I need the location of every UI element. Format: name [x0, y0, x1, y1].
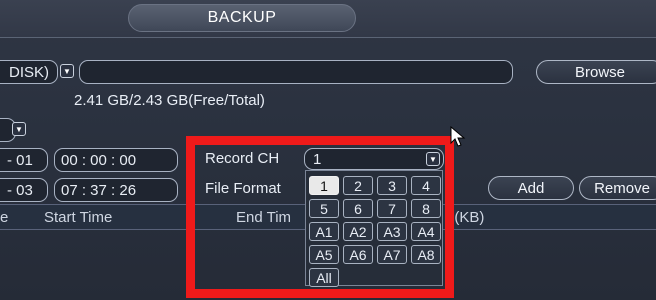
record-ch-value: 1	[313, 150, 322, 168]
add-button[interactable]: Add	[488, 176, 574, 200]
header-start-time: Start Time	[44, 209, 113, 226]
channel-2[interactable]: 2	[343, 176, 373, 195]
window-title: BACKUP	[128, 4, 356, 32]
channel-7[interactable]: 7	[377, 199, 407, 218]
channel-a4[interactable]: A4	[411, 222, 441, 241]
channel-a7[interactable]: A7	[377, 245, 407, 264]
record-ch-dropdown-icon[interactable]: ▼	[426, 152, 440, 166]
end-time-field[interactable]: 07 : 37 : 26	[54, 178, 178, 202]
channel-a2[interactable]: A2	[343, 222, 373, 241]
channel-a6[interactable]: A6	[343, 245, 373, 264]
backup-screen: BACKUP DISK) ▼ Browse 2.41 GB/2.43 GB(Fr…	[0, 0, 656, 300]
header-end-time: End Tim	[236, 209, 292, 226]
start-date-text: - 01	[7, 151, 33, 169]
channel-6[interactable]: 6	[343, 199, 373, 218]
device-type-select[interactable]: DISK)	[0, 60, 58, 84]
header-size: e(KB)	[446, 209, 485, 226]
channel-8[interactable]: 8	[411, 199, 441, 218]
start-date-field[interactable]: - 01	[0, 148, 48, 172]
type-dropdown-icon[interactable]: ▼	[12, 122, 26, 136]
channel-grid: 1 2 3 4 5 6 7 8 A1 A2 A3 A4 A5 A6 A7 A8 …	[309, 176, 441, 287]
device-path-field[interactable]	[79, 60, 513, 84]
browse-button[interactable]: Browse	[536, 60, 656, 84]
record-ch-select[interactable]: 1	[304, 148, 444, 170]
device-type-dropdown-icon[interactable]: ▼	[60, 64, 74, 78]
end-time-text: 07 : 37 : 26	[61, 181, 137, 199]
channel-all[interactable]: All	[309, 268, 339, 287]
record-ch-label: Record CH	[205, 150, 280, 167]
header-col0: e	[0, 209, 9, 226]
capacity-text: 2.41 GB/2.43 GB(Free/Total)	[74, 92, 265, 109]
start-time-field[interactable]: 00 : 00 : 00	[54, 148, 178, 172]
start-time-text: 00 : 00 : 00	[61, 151, 137, 169]
channel-4[interactable]: 4	[411, 176, 441, 195]
remove-button[interactable]: Remove	[579, 176, 656, 200]
channel-popup: 1 2 3 4 5 6 7 8 A1 A2 A3 A4 A5 A6 A7 A8 …	[305, 170, 443, 287]
channel-1[interactable]: 1	[309, 176, 339, 195]
channel-5[interactable]: 5	[309, 199, 339, 218]
file-format-label: File Format	[205, 180, 281, 197]
end-date-text: - 03	[7, 181, 33, 199]
channel-a8[interactable]: A8	[411, 245, 441, 264]
device-type-text: DISK)	[9, 63, 50, 81]
channel-a1[interactable]: A1	[309, 222, 339, 241]
channel-a5[interactable]: A5	[309, 245, 339, 264]
mouse-cursor-icon	[450, 125, 466, 153]
end-date-field[interactable]: - 03	[0, 178, 48, 202]
channel-3[interactable]: 3	[377, 176, 407, 195]
title-bar: BACKUP	[0, 0, 656, 38]
channel-a3[interactable]: A3	[377, 222, 407, 241]
